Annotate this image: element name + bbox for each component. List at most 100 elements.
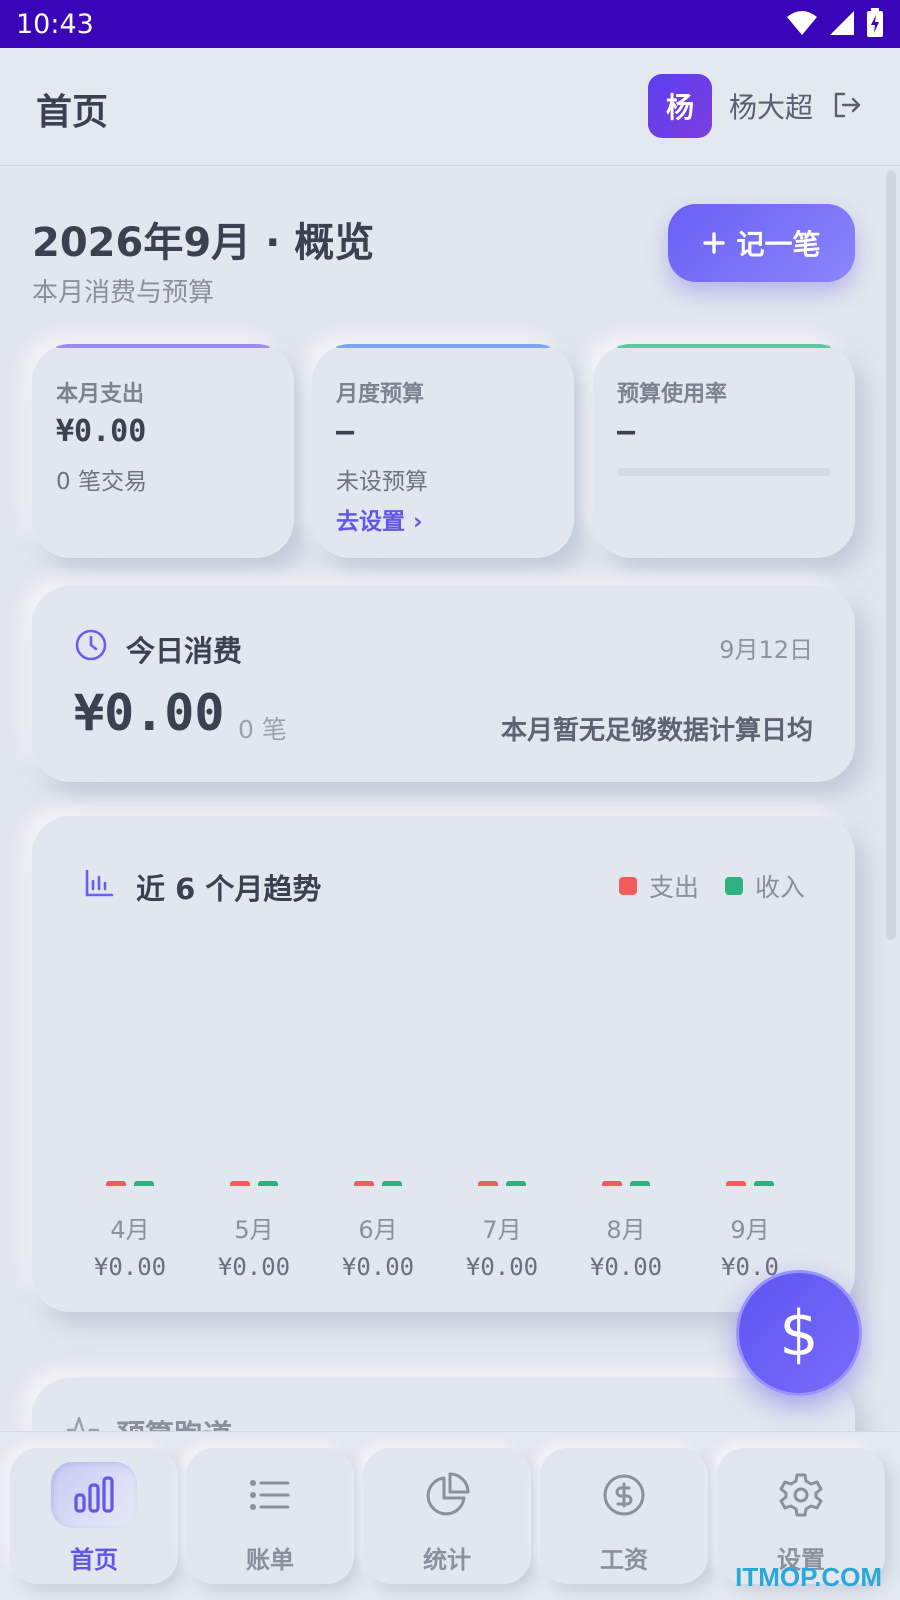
stat-label: 本月支出 [56,382,145,407]
chart-bar-income [382,1181,402,1186]
gear-icon [758,1462,844,1528]
clock-icon [75,629,107,661]
logout-icon[interactable] [832,90,862,120]
chart-bar-expense [478,1181,498,1186]
stat-accent-bar [56,344,270,348]
chart-bar-income [134,1181,154,1186]
runway-title: 预算跑道 [116,1412,232,1431]
battery-icon [867,8,883,37]
legend-label-income: 收入 [754,873,805,902]
top-app-bar: 首页 杨 杨大超 [0,48,900,166]
chart-month-column: 8月 ¥0.00 [564,1178,688,1281]
list-icon [227,1462,313,1528]
trend-title: 近 6 个月趋势 [136,872,322,906]
nav-label: 账单 [246,1546,294,1574]
chart-value-label: ¥0.00 [465,1253,539,1281]
pie-chart-icon [404,1462,490,1528]
signal-icon [830,11,854,35]
today-date: 9月12日 [719,636,813,664]
overview-subtitle: 本月消费与预算 [32,278,215,308]
chart-x-label: 9月 [730,1216,770,1244]
nav-label: 首页 [70,1546,118,1574]
scrollbar[interactable] [886,170,896,940]
chart-value-label: ¥0.00 [93,1253,167,1281]
page-title: 首页 [36,92,109,133]
chart-bar-group [440,1178,564,1186]
legend-swatch-expense [618,877,637,895]
chart-month-column: 5月 ¥0.00 [192,1178,316,1281]
chart-bar-expense [602,1181,622,1186]
status-icons [786,8,884,38]
trend-chart-card: 近 6 个月趋势 支出 收入 4月 ¥0.00 5月 ¥0.00 6月 ¥0.00 7月 ¥0… [32,816,855,1312]
stat-accent-bar [617,344,831,348]
chart-x-label: 5月 [234,1216,274,1244]
status-time: 10:43 [16,8,94,40]
today-title: 今日消费 [126,634,243,668]
add-record-label: 记一笔 [736,228,821,261]
budget-runway-card: 预算跑道 [32,1378,855,1431]
today-spending-card: 今日消费 9月12日 ¥0.00 0 笔 本月暂无足够数据计算日均 [32,586,855,782]
dollar-circle-icon [581,1462,667,1528]
overview-title: 2026年9月 · 概览 [32,220,375,266]
username[interactable]: 杨大超 [729,86,813,126]
chart-bar-expense [354,1181,374,1186]
chart-bar-expense [106,1181,126,1186]
status-bar: 10:43 [0,0,900,48]
chart-x-label: 6月 [358,1216,398,1244]
add-record-button[interactable]: 记一笔 [668,204,855,282]
legend-label-expense: 支出 [648,873,699,902]
stat-card-budget-usage[interactable]: 预算使用率 – [593,344,855,558]
avatar[interactable]: 杨 [648,74,712,138]
chart-x-label: 4月 [110,1216,150,1244]
activity-icon [66,1416,100,1431]
chart-x-label: 7月 [482,1216,522,1244]
chart-bar-group [564,1178,688,1186]
stat-value: – [617,414,636,449]
stat-value: – [336,414,355,449]
chart-value-label: ¥0.00 [217,1253,291,1281]
dollar-icon: $ [779,1296,819,1370]
chart-month-column: 7月 ¥0.00 [440,1178,564,1281]
nav-item-home[interactable]: 首页 [10,1448,178,1584]
nav-item-bills[interactable]: 账单 [186,1448,354,1584]
set-budget-link[interactable]: 去设置 › [336,502,423,536]
chart-bar-group [316,1178,440,1186]
chart-bar-income [506,1181,526,1186]
daily-average-note: 本月暂无足够数据计算日均 [500,716,813,746]
chart-month-column: 6月 ¥0.00 [316,1178,440,1281]
chart-legend: 支出 收入 [618,868,805,904]
salary-fab-button[interactable]: $ [736,1270,862,1396]
main-content[interactable]: 2026年9月 · 概览 本月消费与预算 记一笔 本月支出 ¥0.00 0 笔交… [0,166,900,1431]
nav-label: 统计 [423,1546,471,1574]
stat-value: ¥0.00 [56,414,147,449]
chart-bar-group [688,1178,812,1186]
stat-note: 0 笔交易 [56,469,147,495]
chart-month-column: 4月 ¥0.00 [68,1178,192,1281]
nav-item-salary[interactable]: 工资 [540,1448,708,1584]
chart-bar-income [258,1181,278,1186]
today-amount: ¥0.00 [74,684,225,742]
chart-bar-expense [726,1181,746,1186]
stat-card-monthly-expense[interactable]: 本月支出 ¥0.00 0 笔交易 [32,344,294,558]
chart-value-label: ¥0.00 [341,1253,415,1281]
wifi-icon [787,11,817,35]
chart-x-label: 8月 [606,1216,646,1244]
today-count: 0 笔 [238,715,287,744]
chart-bar-group [192,1178,316,1186]
chart-value-label: ¥0.00 [589,1253,663,1281]
stat-label: 预算使用率 [617,382,728,407]
stat-note: 未设预算 [336,469,428,495]
nav-item-stats[interactable]: 统计 [363,1448,531,1584]
nav-label: 工资 [600,1546,648,1574]
stat-label: 月度预算 [336,382,425,407]
budget-usage-progress [617,468,831,476]
plus-icon [703,232,726,254]
chart-bar-income [630,1181,650,1186]
chart-bar-income [754,1181,774,1186]
stat-card-monthly-budget[interactable]: 月度预算 – 未设预算 去设置 › [312,344,574,558]
stat-accent-bar [336,344,550,348]
chart-bar-group [68,1178,192,1186]
bar-chart-icon [85,869,114,897]
watermark: ITMOP.COM [735,1562,882,1592]
bar-chart-icon [51,1462,137,1528]
